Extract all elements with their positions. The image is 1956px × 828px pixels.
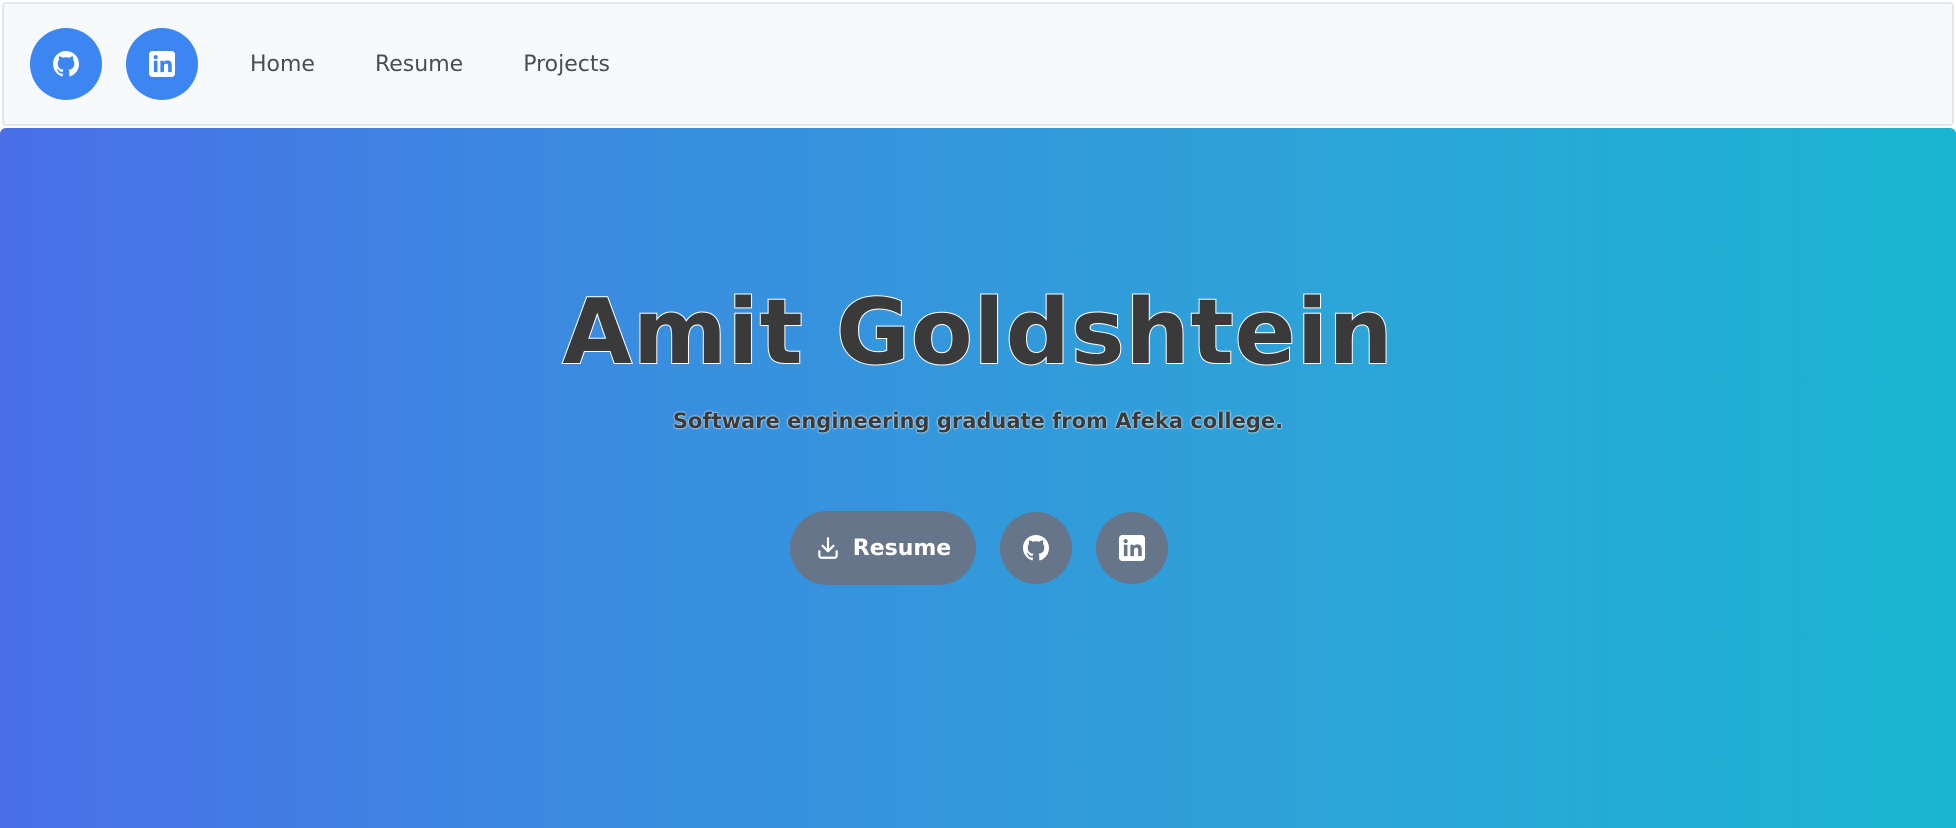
nav-link-projects[interactable]: Projects: [523, 52, 610, 77]
nav-link-resume[interactable]: Resume: [375, 52, 463, 77]
hero-section: Amit Goldshtein Software engineering gra…: [0, 128, 1956, 828]
github-icon: [53, 51, 79, 77]
nav-github-button[interactable]: [30, 28, 102, 100]
download-resume-button[interactable]: Resume: [790, 511, 976, 585]
hero-linkedin-button[interactable]: [1096, 512, 1168, 584]
linkedin-icon: [1119, 535, 1145, 561]
github-icon: [1023, 535, 1049, 561]
linkedin-icon: [149, 51, 175, 77]
resume-button-label: Resume: [852, 535, 952, 561]
hero-subtitle: Software engineering graduate from Afeka…: [672, 409, 1284, 433]
download-icon: [815, 535, 841, 561]
hero-github-button[interactable]: [1000, 512, 1072, 584]
hero-title: Amit Goldshtein: [561, 279, 1394, 386]
nav-link-home[interactable]: Home: [250, 52, 315, 77]
nav-linkedin-button[interactable]: [126, 28, 198, 100]
hero-actions: Resume: [790, 511, 1192, 585]
top-navbar: Home Resume Projects: [2, 2, 1954, 126]
nav-links: Home Resume Projects: [232, 52, 652, 77]
